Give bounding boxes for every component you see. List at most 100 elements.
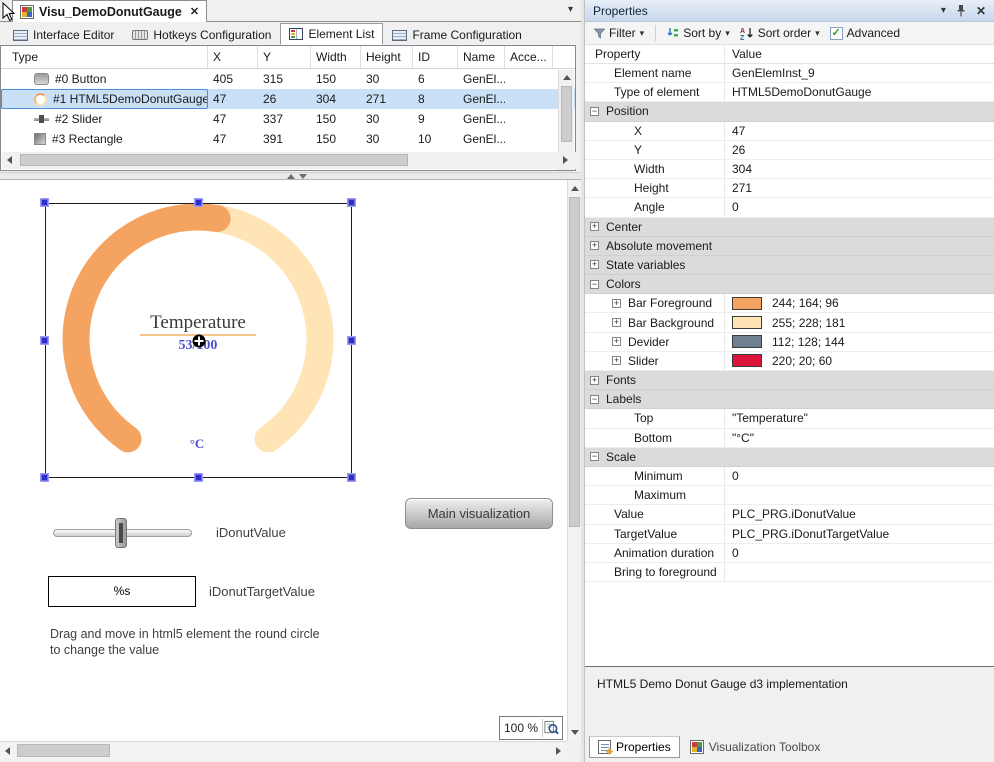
resize-handle-sw[interactable] bbox=[40, 473, 49, 482]
color-swatch[interactable] bbox=[732, 335, 762, 348]
property-group-row[interactable]: +Center bbox=[585, 218, 994, 237]
cell-type[interactable]: #1 HTML5DemoDonutGauge bbox=[1, 89, 208, 109]
property-value-cell[interactable]: "Temperature" bbox=[724, 409, 994, 427]
property-group-row[interactable]: −Scale bbox=[585, 448, 994, 467]
expand-icon[interactable]: + bbox=[612, 299, 621, 308]
property-value-cell[interactable]: 220; 20; 60 bbox=[724, 352, 994, 370]
tab-frame-configuration[interactable]: Frame Configuration bbox=[383, 25, 530, 45]
color-swatch[interactable] bbox=[732, 297, 762, 310]
property-row[interactable]: Type of elementHTML5DemoDonutGauge bbox=[585, 83, 994, 102]
column-header[interactable]: X bbox=[208, 46, 258, 68]
scrollbar-thumb[interactable] bbox=[17, 744, 110, 757]
property-value-cell[interactable]: 244; 164; 96 bbox=[724, 294, 994, 312]
property-row[interactable]: Angle0 bbox=[585, 198, 994, 217]
property-value-cell[interactable]: "°C" bbox=[724, 429, 994, 447]
tab-interface-editor[interactable]: Interface Editor bbox=[4, 25, 123, 45]
column-header-property[interactable]: Property bbox=[585, 45, 724, 63]
column-header[interactable]: Y bbox=[258, 46, 311, 68]
column-header[interactable]: Height bbox=[361, 46, 413, 68]
collapse-icon[interactable]: − bbox=[590, 280, 599, 289]
property-value-cell[interactable]: 304 bbox=[724, 160, 994, 178]
property-row[interactable]: +Bar Background255; 228; 181 bbox=[585, 313, 994, 332]
scrollbar-thumb[interactable] bbox=[569, 197, 580, 527]
property-row[interactable]: Top"Temperature" bbox=[585, 409, 994, 428]
expand-icon[interactable]: + bbox=[612, 318, 621, 327]
scroll-left-icon[interactable] bbox=[5, 747, 10, 755]
advanced-toggle[interactable]: ✓ Advanced bbox=[827, 24, 903, 42]
horizontal-splitter[interactable] bbox=[0, 172, 581, 180]
table-row[interactable]: #3 Rectangle473911503010GenEl... bbox=[1, 129, 575, 149]
property-group-row[interactable]: −Colors bbox=[585, 275, 994, 294]
resize-handle-ne[interactable] bbox=[347, 198, 356, 207]
property-row[interactable]: TargetValuePLC_PRG.iDonutTargetValue bbox=[585, 525, 994, 544]
property-value-cell[interactable]: 0 bbox=[724, 198, 994, 216]
collapse-icon[interactable]: − bbox=[590, 395, 599, 404]
resize-handle-n[interactable] bbox=[194, 198, 203, 207]
property-group-row[interactable]: +State variables bbox=[585, 256, 994, 275]
collapse-icon[interactable]: − bbox=[590, 107, 599, 116]
expand-icon[interactable]: + bbox=[612, 337, 621, 346]
property-row[interactable]: Animation duration0 bbox=[585, 544, 994, 563]
splitter-down-icon[interactable] bbox=[299, 174, 307, 179]
scroll-up-icon[interactable] bbox=[563, 75, 571, 80]
property-row[interactable]: +Devider112; 128; 144 bbox=[585, 333, 994, 352]
property-row[interactable]: +Bar Foreground244; 164; 96 bbox=[585, 294, 994, 313]
cell-type[interactable]: #3 Rectangle bbox=[1, 129, 208, 149]
resize-handle-nw[interactable] bbox=[40, 198, 49, 207]
property-group-row[interactable]: −Position bbox=[585, 102, 994, 121]
close-tab-icon[interactable]: ✕ bbox=[190, 5, 199, 18]
slider-thumb[interactable] bbox=[115, 518, 127, 548]
resize-handle-se[interactable] bbox=[347, 473, 356, 482]
zoom-level[interactable]: 100 % bbox=[500, 721, 542, 735]
column-header[interactable]: ID bbox=[413, 46, 458, 68]
expand-icon[interactable]: + bbox=[590, 241, 599, 250]
property-row[interactable]: Y26 bbox=[585, 141, 994, 160]
checkbox-checked-icon[interactable]: ✓ bbox=[830, 27, 843, 40]
sort-order-button[interactable]: A Z Sort order ▾ bbox=[737, 24, 823, 42]
table-row[interactable]: #1 HTML5DemoDonutGauge47263042718GenEl..… bbox=[1, 89, 575, 109]
scroll-right-icon[interactable] bbox=[563, 156, 568, 164]
main-visualization-button[interactable]: Main visualization bbox=[405, 498, 553, 529]
column-header[interactable]: Name bbox=[458, 46, 505, 68]
sort-by-button[interactable]: Sort by ▾ bbox=[664, 24, 733, 42]
column-header-value[interactable]: Value bbox=[724, 45, 994, 63]
property-row[interactable]: +Slider220; 20; 60 bbox=[585, 352, 994, 371]
target-value-input[interactable]: %s bbox=[48, 576, 196, 607]
property-value-cell[interactable]: 26 bbox=[724, 141, 994, 159]
property-value-cell[interactable]: 0 bbox=[724, 544, 994, 562]
scrollbar-thumb[interactable] bbox=[20, 154, 408, 166]
scroll-up-icon[interactable] bbox=[571, 186, 579, 191]
color-swatch[interactable] bbox=[732, 316, 762, 329]
property-value-cell[interactable]: 271 bbox=[724, 179, 994, 197]
magnifier-icon[interactable] bbox=[542, 719, 560, 737]
tab-hotkeys-configuration[interactable]: Hotkeys Configuration bbox=[123, 25, 280, 45]
property-value-cell[interactable]: GenElemInst_9 bbox=[724, 64, 994, 82]
resize-handle-w[interactable] bbox=[40, 336, 49, 345]
property-row[interactable]: Element nameGenElemInst_9 bbox=[585, 64, 994, 83]
element-list-hscrollbar[interactable] bbox=[2, 152, 576, 169]
resize-handle-e[interactable] bbox=[347, 336, 356, 345]
color-swatch[interactable] bbox=[732, 354, 762, 367]
table-row[interactable]: #2 Slider47337150309GenEl... bbox=[1, 109, 575, 129]
document-tab[interactable]: Visu_DemoDonutGauge ✕ bbox=[12, 0, 207, 22]
zoom-control[interactable]: 100 % bbox=[499, 716, 563, 740]
property-value-cell[interactable] bbox=[724, 486, 994, 504]
cell-type[interactable]: #2 Slider bbox=[1, 109, 208, 129]
property-value-cell[interactable]: PLC_PRG.iDonutValue bbox=[724, 505, 994, 523]
property-value-cell[interactable]: 0 bbox=[724, 467, 994, 485]
property-group-row[interactable]: +Fonts bbox=[585, 371, 994, 390]
scrollbar-thumb[interactable] bbox=[561, 86, 572, 142]
scroll-right-icon[interactable] bbox=[556, 747, 561, 755]
column-header[interactable]: Width bbox=[311, 46, 361, 68]
property-row[interactable]: Bring to foreground bbox=[585, 563, 994, 582]
expand-icon[interactable]: + bbox=[612, 356, 621, 365]
property-value-cell[interactable]: 255; 228; 181 bbox=[724, 313, 994, 331]
tab-element-list[interactable]: Element List bbox=[280, 23, 383, 45]
property-row[interactable]: Minimum0 bbox=[585, 467, 994, 486]
collapse-icon[interactable]: − bbox=[590, 452, 599, 461]
visualization-canvas[interactable]: Temperature 53/100 °C iDonutValue %s iDo… bbox=[0, 180, 567, 741]
property-group-row[interactable]: +Absolute movement bbox=[585, 237, 994, 256]
property-row[interactable]: Bottom"°C" bbox=[585, 429, 994, 448]
property-value-cell[interactable]: PLC_PRG.iDonutTargetValue bbox=[724, 525, 994, 543]
pin-icon[interactable] bbox=[956, 4, 966, 17]
